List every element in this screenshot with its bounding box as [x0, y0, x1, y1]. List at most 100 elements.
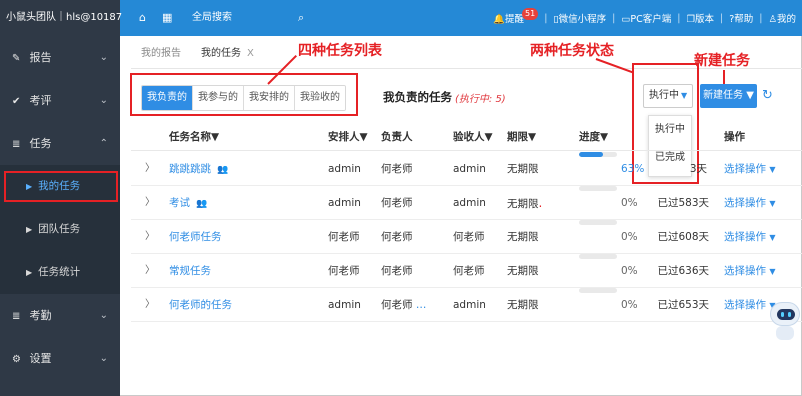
chevron-right-icon[interactable]: 〉 — [145, 186, 155, 220]
sidebar-sub-task-stats[interactable]: ▶ 任务统计 — [0, 251, 120, 294]
separator: | — [677, 12, 681, 24]
triangle-right-icon: ▶ — [26, 268, 33, 277]
more-icon[interactable]: … — [416, 299, 427, 311]
sidebar-item-evaluation[interactable]: ✔ 考评 ⌄ — [0, 79, 120, 122]
my-account-button[interactable]: ♙我的 — [768, 11, 796, 25]
close-icon[interactable]: X — [247, 48, 254, 59]
sidebar-item-attendance[interactable]: ≣ 考勤 ⌄ — [0, 294, 120, 337]
chevron-down-icon: ⌄ — [99, 310, 108, 321]
sidebar-item-settings[interactable]: ⚙ 设置 ⌄ — [0, 337, 120, 380]
search-icon[interactable]: ⌕ — [298, 0, 304, 36]
select-action-button[interactable]: 选择操作 ▼ — [724, 254, 776, 289]
chevron-right-icon[interactable]: 〉 — [145, 254, 155, 288]
task-name-link[interactable]: 何老师的任务 — [169, 299, 232, 311]
task-name-link[interactable]: 何老师任务 — [169, 231, 222, 243]
chevron-right-icon[interactable]: 〉 — [145, 152, 155, 186]
sidebar-item-label: 考评 — [29, 94, 52, 107]
owner-cell: 何老师 … — [381, 299, 427, 311]
owner-cell: 何老师 — [381, 163, 413, 175]
acceptor-cell: 何老师 — [453, 265, 485, 277]
grid-icon[interactable]: ▦ — [162, 0, 172, 36]
annotation-filters: 四种任务列表 — [298, 43, 382, 59]
header-arranger[interactable]: 安排人▼ — [328, 123, 368, 151]
chevron-right-icon[interactable]: 〉 — [145, 288, 155, 322]
miniprogram-button[interactable]: ▯微信小程序 — [553, 11, 606, 25]
people-icon: 👥 — [196, 199, 208, 209]
arranger-cell: admin — [328, 197, 361, 209]
select-action-button[interactable]: 选择操作 ▼ — [724, 220, 776, 255]
arranger-cell: admin — [328, 299, 361, 311]
header-progress[interactable]: 进度▼ — [579, 123, 608, 151]
caret-down-icon: ▼ — [769, 199, 776, 208]
arranger-cell: 何老师 — [328, 265, 360, 277]
chevron-down-icon: ⌄ — [99, 52, 108, 63]
chevron-down-icon: ⌄ — [99, 95, 108, 106]
select-action-button[interactable]: 选择操作 ▼ — [724, 186, 776, 221]
annotation-new-task: 新建任务 — [694, 53, 750, 69]
progress-text: 0% — [621, 299, 638, 311]
tab-my-tasks[interactable]: 我的任务 X — [191, 40, 264, 68]
header-owner: 负责人 — [381, 131, 413, 143]
header-deadline[interactable]: 期限▼ — [507, 123, 536, 151]
sidebar-sub-label: 团队任务 — [38, 223, 81, 235]
separator: | — [612, 12, 616, 24]
reminder-button[interactable]: 🔔提醒51 — [493, 7, 539, 26]
owner-cell: 何老师 — [381, 231, 413, 243]
sidebar-item-task[interactable]: ≣ 任务 ⌃ — [0, 122, 120, 165]
reminder-badge: 51 — [522, 7, 539, 20]
overdue-cell: 已过583天 — [657, 197, 709, 209]
red-dot-icon: . — [538, 196, 543, 210]
arranger-cell: admin — [328, 163, 361, 175]
annotation-highlight-box — [130, 73, 358, 116]
progress-text: 63% — [621, 163, 645, 175]
global-search-label[interactable]: 全局搜索 — [192, 0, 232, 36]
sidebar-item-label: 设置 — [29, 352, 52, 365]
chevron-right-icon[interactable]: 〉 — [145, 220, 155, 254]
pc-client-button[interactable]: ▭PC客户端 — [621, 11, 671, 25]
table-row[interactable]: 〉 考试 👥 admin 何老师 admin 无期限. 0% 已过583天 选择操作 ▼ — [131, 186, 802, 220]
header-ops: 操作 — [724, 131, 745, 143]
progress-text: 0% — [621, 197, 638, 209]
version-button[interactable]: ❐版本 — [686, 11, 714, 25]
select-action-button[interactable]: 选择操作 ▼ — [724, 152, 776, 187]
sidebar-item-label: 报告 — [29, 51, 52, 64]
section-subtitle: (执行中: 5) — [455, 94, 506, 105]
overdue-cell: 已过608天 — [657, 231, 709, 243]
separator: | — [759, 12, 763, 24]
table-row[interactable]: 〉 何老师的任务 admin 何老师 … admin 无期限 0% 已过653天 选择操作 ▼ — [131, 288, 802, 322]
people-icon: 👥 — [217, 165, 229, 175]
table-row[interactable]: 〉 常规任务 何老师 何老师 何老师 无期限 0% 已过636天 选择操作 ▼ — [131, 254, 802, 288]
deadline-cell: 无期限. — [507, 196, 543, 210]
help-button[interactable]: ?帮助 — [729, 11, 753, 25]
refresh-icon[interactable]: ↻ — [762, 85, 773, 107]
overdue-cell: 已过653天 — [657, 299, 709, 311]
task-name-cell[interactable]: 常规任务 — [169, 254, 211, 288]
annotation-highlight-box — [4, 171, 118, 202]
progress-text: 0% — [621, 265, 638, 277]
header-name[interactable]: 任务名称▼ — [169, 123, 219, 151]
sidebar-item-report[interactable]: ✎ 报告 ⌄ — [0, 36, 120, 79]
task-name-cell[interactable]: 跳跳跳跳 👥 — [169, 152, 228, 187]
task-name-link[interactable]: 跳跳跳跳 — [169, 163, 211, 175]
assistant-robot-icon[interactable] — [770, 302, 800, 342]
table-row[interactable]: 〉 何老师任务 何老师 何老师 何老师 无期限 0% 已过608天 选择操作 ▼ — [131, 220, 802, 254]
select-action-button[interactable]: 选择操作 ▼ — [724, 288, 776, 323]
header-acceptor[interactable]: 验收人▼ — [453, 123, 493, 151]
tab-my-report[interactable]: 我的报告 — [131, 40, 191, 68]
task-name-cell[interactable]: 何老师任务 — [169, 220, 222, 254]
task-name-link[interactable]: 考试 — [169, 197, 190, 209]
progress-bar — [579, 152, 617, 157]
task-name-cell[interactable]: 考试 👥 — [169, 186, 207, 221]
task-name-cell[interactable]: 何老师的任务 — [169, 288, 232, 322]
table-row[interactable]: 〉 跳跳跳跳 👥 admin 何老师 admin 无期限 63% 3天 选择操作 ▼ — [131, 152, 802, 186]
table-header: 任务名称▼ 安排人▼ 负责人 验收人▼ 期限▼ 进度▼ 操作 — [131, 123, 802, 151]
overdue-cell: 3天 — [689, 163, 707, 175]
brand-label: 小鼠头团队｜hls@10187 — [0, 0, 122, 36]
task-name-link[interactable]: 常规任务 — [169, 265, 211, 277]
home-icon[interactable]: ⌂ — [139, 0, 146, 36]
deadline-cell: 无期限 — [507, 163, 539, 175]
new-task-button[interactable]: 新建任务 ▼ — [700, 84, 757, 108]
caret-down-icon: ▼ — [769, 233, 776, 242]
sidebar-sub-team-tasks[interactable]: ▶ 团队任务 — [0, 208, 120, 251]
acceptor-cell: admin — [453, 299, 486, 311]
